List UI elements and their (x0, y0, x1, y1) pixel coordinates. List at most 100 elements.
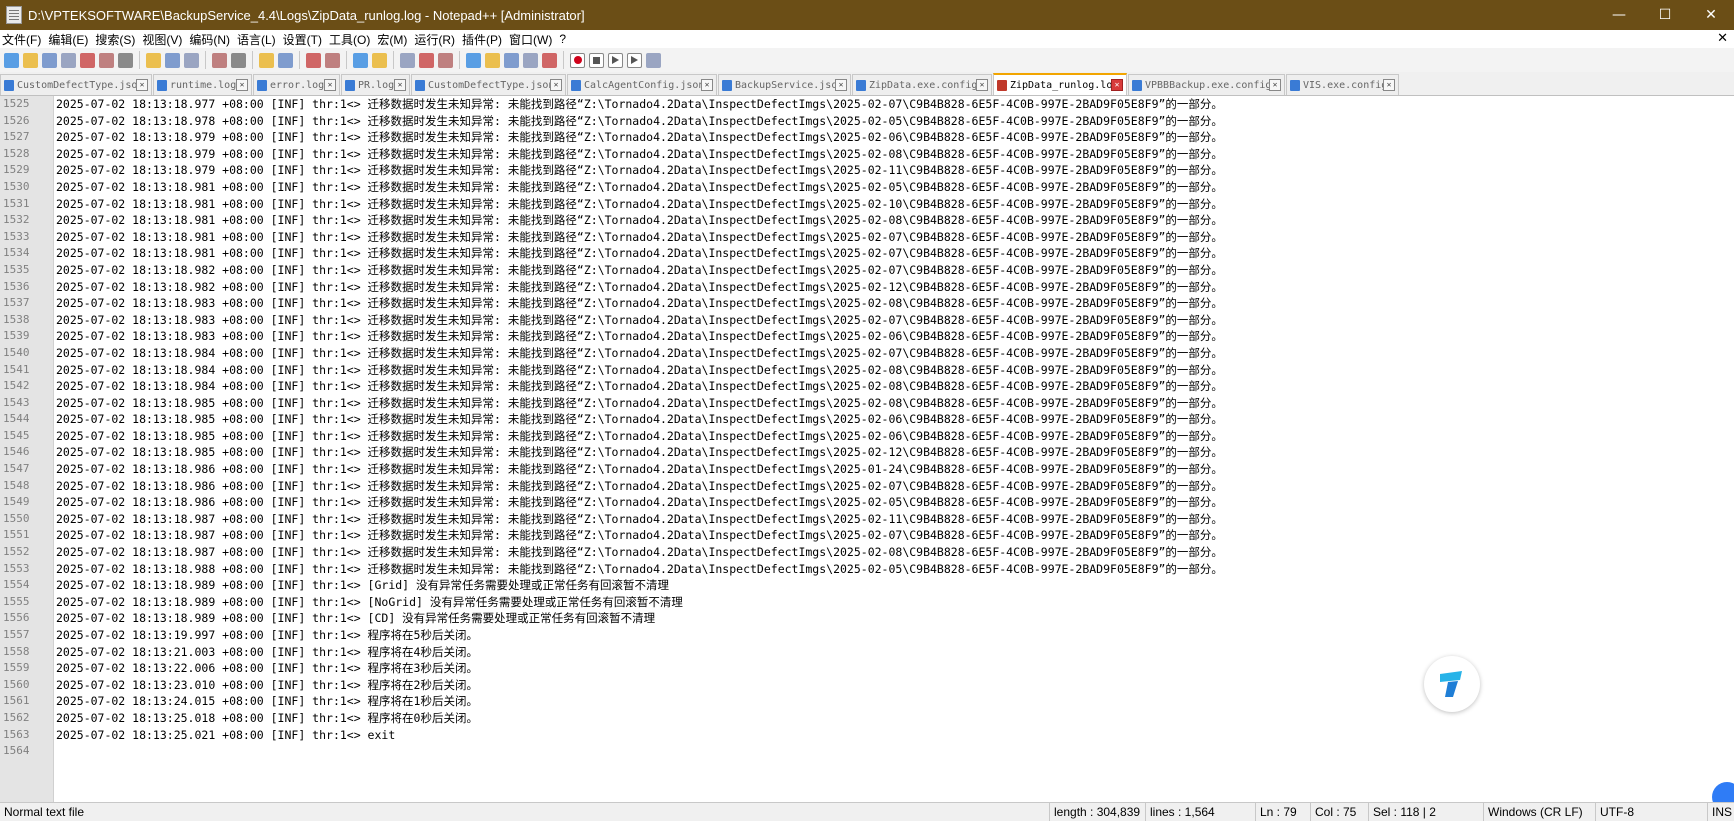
line-number: 1537 (3, 296, 30, 310)
cut-icon[interactable] (146, 52, 161, 68)
copy-icon[interactable] (165, 52, 180, 68)
toolbar-separator (393, 51, 394, 69)
print-icon[interactable] (118, 52, 133, 68)
tab-zipdata-exe-config[interactable]: ZipData.exe.config ✕ (852, 74, 992, 95)
close-icon[interactable] (80, 52, 95, 68)
sync-horizontal-icon[interactable] (372, 52, 387, 68)
menu-view[interactable]: 视图(V) (140, 31, 187, 48)
tab-pr-log[interactable]: PR.log ✕ (341, 74, 410, 95)
tab-close-icon[interactable]: ✕ (550, 79, 562, 91)
indent-guide-icon[interactable] (438, 52, 453, 68)
tab-close-icon[interactable]: ✕ (1269, 79, 1281, 91)
tab-close-icon[interactable]: ✕ (835, 79, 847, 91)
log-line: 2025-07-02 18:13:18.983 +08:00 [INF] thr… (56, 329, 1223, 344)
doc-map-icon[interactable] (485, 52, 500, 68)
log-line: 2025-07-02 18:13:23.010 +08:00 [INF] thr… (56, 677, 478, 692)
undo-icon[interactable] (212, 52, 227, 68)
find-icon[interactable] (259, 52, 274, 68)
floating-assistant-button[interactable] (1424, 656, 1480, 712)
tab-close-icon[interactable]: ✕ (1111, 79, 1123, 91)
monitoring-icon[interactable] (542, 52, 557, 68)
tab-backupservice-json[interactable]: BackupService.json ✕ (718, 74, 851, 95)
line-number: 1528 (3, 146, 30, 160)
line-number: 1543 (3, 395, 30, 409)
zoom-out-icon[interactable] (325, 52, 340, 68)
file-icon (4, 79, 14, 91)
line-number: 1560 (3, 677, 30, 691)
word-wrap-icon[interactable] (400, 52, 415, 68)
status-line-number: Ln : 79 (1255, 803, 1310, 821)
play-macro-icon[interactable] (608, 52, 623, 68)
notepad-app-icon[interactable] (6, 6, 22, 24)
save-all-icon[interactable] (61, 52, 76, 68)
replace-icon[interactable] (278, 52, 293, 68)
tab-vis-exe-config[interactable]: VIS.exe.config ✕ (1286, 74, 1399, 95)
sync-vertical-icon[interactable] (353, 52, 368, 68)
stop-record-icon[interactable] (589, 52, 604, 68)
save-macro-icon[interactable] (646, 52, 661, 68)
run-macro-multiple-icon[interactable] (627, 52, 642, 68)
tab-close-icon[interactable]: ✕ (1383, 79, 1395, 91)
file-icon (257, 79, 267, 91)
function-list-icon[interactable] (504, 52, 519, 68)
line-number: 1557 (3, 628, 30, 641)
editor-area[interactable]: 1525 1526 1527 1528 1529 1530 1531 1532 1533 1534… (0, 96, 1734, 802)
menu-macro[interactable]: 宏(M) (375, 31, 412, 48)
maximize-button[interactable]: ☐ (1642, 0, 1688, 30)
text-area[interactable]: 2025-07-02 18:13:18.977 +08:00 [INF] thr… (55, 96, 1734, 802)
open-file-icon[interactable] (23, 52, 38, 68)
line-number: 1539 (3, 329, 30, 343)
menu-plugins[interactable]: 插件(P) (460, 31, 507, 48)
menu-language[interactable]: 语言(L) (235, 31, 281, 48)
tab-label: CustomDefectType.json (17, 79, 136, 91)
redo-icon[interactable] (231, 52, 246, 68)
menu-settings[interactable]: 设置(T) (281, 31, 327, 48)
menu-help[interactable]: ? (557, 32, 571, 46)
new-file-icon[interactable] (4, 52, 19, 68)
tab-runtime-log[interactable]: runtime.log ✕ (153, 74, 252, 95)
record-macro-icon[interactable] (570, 52, 585, 68)
status-eol[interactable]: Windows (CR LF) (1483, 803, 1595, 821)
menu-edit[interactable]: 编辑(E) (46, 31, 93, 48)
user-lang-icon[interactable] (466, 52, 481, 68)
paste-icon[interactable] (184, 52, 199, 68)
menu-window[interactable]: 窗口(W) (507, 31, 557, 48)
save-icon[interactable] (42, 52, 57, 68)
tab-customdefecttype-json[interactable]: CustomDefectType.json ✕ (0, 74, 152, 95)
log-line: 2025-07-02 18:13:18.989 +08:00 [INF] thr… (56, 594, 683, 609)
line-number-gutter[interactable]: 1525 1526 1527 1528 1529 1530 1531 1532 1533 1534… (0, 96, 54, 802)
log-line: 2025-07-02 18:13:18.981 +08:00 [INF] thr… (56, 229, 1223, 244)
tab-error-log[interactable]: error.log ✕ (253, 74, 340, 95)
folder-workspace-icon[interactable] (523, 52, 538, 68)
close-document-icon[interactable]: ✕ (1717, 30, 1728, 46)
menu-run[interactable]: 运行(R) (412, 31, 460, 48)
tab-close-icon[interactable]: ✕ (236, 79, 248, 91)
tab-vpbbbackup-exe-config[interactable]: VPBBBackup.exe.config ✕ (1128, 74, 1285, 95)
menu-bar: 文件(F) 编辑(E) 搜索(S) 视图(V) 编码(N) 语言(L) 设置(T… (0, 30, 1734, 48)
close-window-button[interactable]: ✕ (1688, 0, 1734, 30)
tab-close-icon[interactable]: ✕ (394, 79, 406, 91)
menu-encoding[interactable]: 编码(N) (187, 31, 235, 48)
show-all-chars-icon[interactable] (419, 52, 434, 68)
tab-calcagentconfig-json[interactable]: CalcAgentConfig.json ✕ (567, 74, 717, 95)
status-insert-mode[interactable]: INS (1707, 803, 1734, 821)
tab-close-icon[interactable]: ✕ (324, 79, 336, 91)
tab-close-icon[interactable]: ✕ (701, 79, 713, 91)
log-line: 2025-07-02 18:13:18.977 +08:00 [INF] thr… (56, 97, 1223, 111)
tab-customdefecttype-json-2[interactable]: CustomDefectType.json ✕ (411, 74, 566, 95)
menu-search[interactable]: 搜索(S) (93, 31, 140, 48)
menu-tools[interactable]: 工具(O) (327, 31, 375, 48)
minimize-button[interactable]: — (1596, 0, 1642, 30)
tab-close-icon[interactable]: ✕ (136, 79, 148, 91)
zoom-in-icon[interactable] (306, 52, 321, 68)
close-all-icon[interactable] (99, 52, 114, 68)
log-lines: 2025-07-02 18:13:18.977 +08:00 [INF] thr… (55, 96, 1734, 760)
tab-close-icon[interactable]: ✕ (976, 79, 988, 91)
log-line: 2025-07-02 18:13:18.984 +08:00 [INF] thr… (56, 379, 1223, 394)
tab-label: BackupService.json (735, 79, 835, 91)
status-encoding[interactable]: UTF-8 (1595, 803, 1707, 821)
menu-file[interactable]: 文件(F) (0, 31, 46, 48)
tab-zipdata-runlog-log[interactable]: ZipData_runlog.log ✕ (993, 73, 1127, 95)
log-line: 2025-07-02 18:13:18.981 +08:00 [INF] thr… (56, 213, 1223, 228)
line-number: 1553 (3, 561, 30, 575)
